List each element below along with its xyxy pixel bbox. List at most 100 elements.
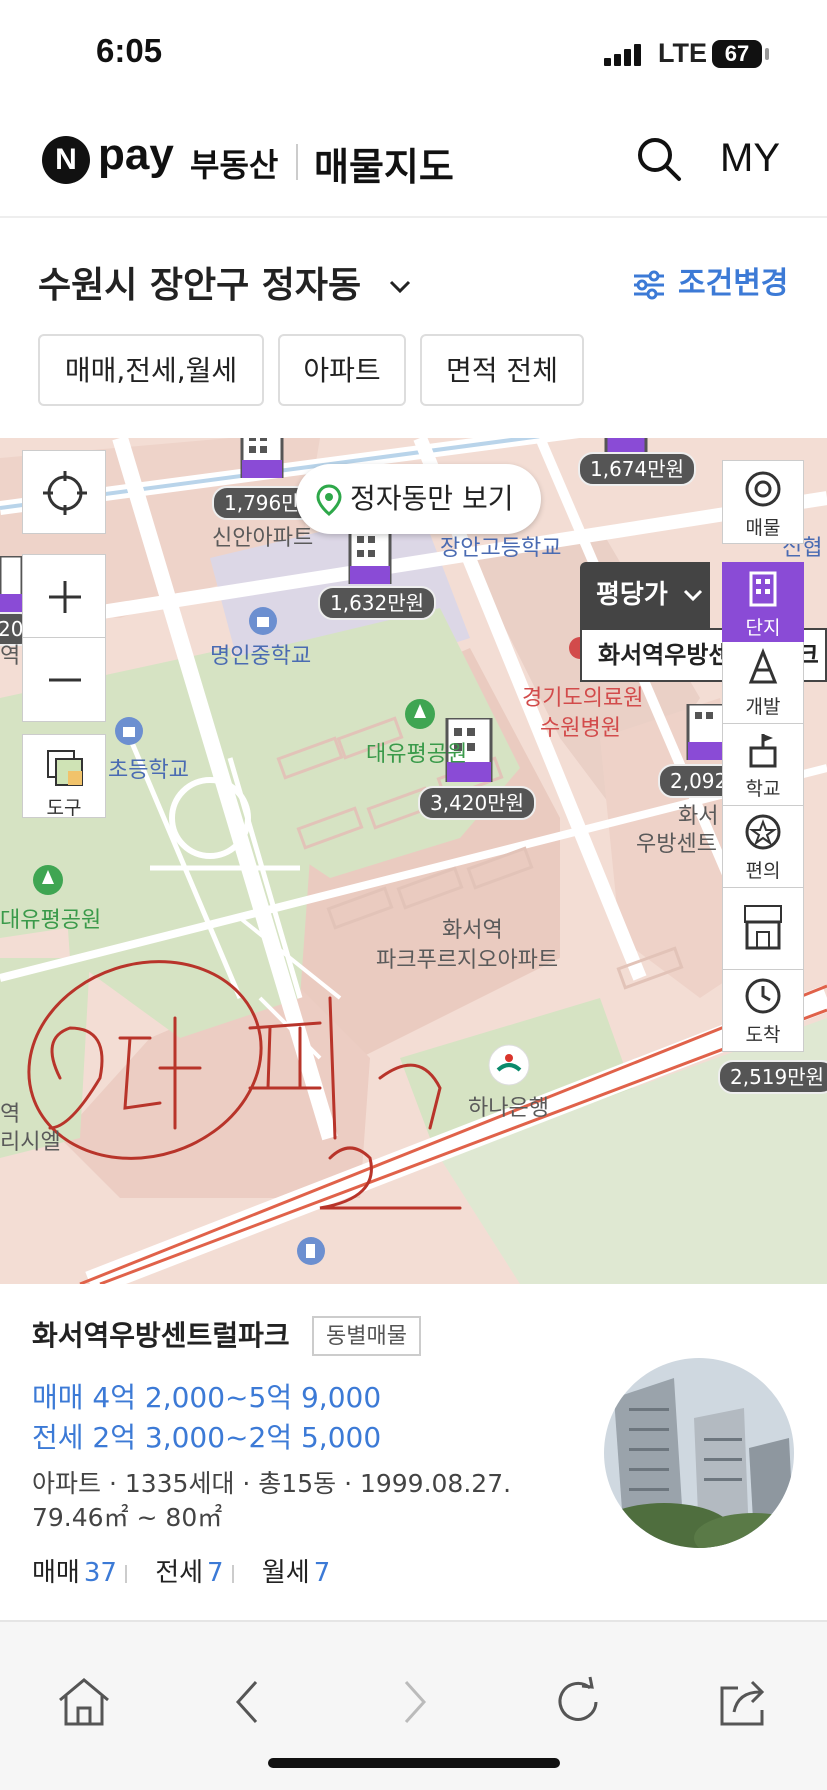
listings-layer-button[interactable]: 매물 (722, 460, 804, 544)
plus-icon (49, 581, 81, 613)
view-only-label: 정자동만 보기 (350, 482, 514, 515)
jeonse-count-label: 전세 (155, 1558, 204, 1588)
price-per-pyeong-dropdown[interactable]: 평당가 (580, 562, 710, 628)
jeonse-count: 7 (207, 1558, 224, 1588)
current-location-button[interactable] (22, 450, 106, 534)
view-only-dong-button[interactable]: 정자동만 보기 (296, 464, 542, 534)
map-label: 수원병원 (540, 716, 621, 741)
network-label: LTE (658, 38, 707, 68)
zoom-out-button[interactable] (22, 638, 106, 722)
status-bar: 6:05 LTE 67 (0, 0, 827, 110)
map-label: 명인중학교 (210, 644, 312, 669)
school-icon (249, 607, 277, 635)
park-icon (405, 699, 435, 729)
arrival-time-button[interactable]: 도착 (722, 970, 804, 1052)
bank-icon (488, 1044, 530, 1086)
page-title: 매물지도 (314, 145, 454, 189)
map-label: 파크푸르지오아파트 (376, 948, 559, 973)
cone-icon (748, 647, 778, 684)
map-label: 신안아파트 (212, 526, 314, 551)
status-time: 6:05 (96, 32, 163, 69)
monthly-count: 7 (313, 1558, 331, 1588)
forward-button[interactable] (384, 1672, 444, 1732)
building-marker[interactable] (686, 704, 726, 760)
condition-change-label: 조건변경 (678, 266, 789, 301)
share-button[interactable] (714, 1672, 774, 1732)
by-building-listings-tag[interactable]: 동별매물 (312, 1316, 421, 1356)
gas-station-icon (297, 1237, 325, 1265)
filter-sliders-icon (634, 270, 664, 299)
share-icon (720, 1680, 765, 1726)
minus-icon (49, 678, 81, 682)
broker-layer-button[interactable] (722, 888, 804, 970)
app-header: N pay 부동산 매물지도 MY (0, 110, 827, 218)
battery-icon: 67 (712, 40, 762, 68)
home-icon (59, 1678, 109, 1726)
sale-count: 37 (83, 1558, 117, 1588)
back-button[interactable] (218, 1672, 278, 1732)
map-label: 화서역 (442, 918, 503, 943)
map-label: 역 (0, 644, 21, 669)
my-button[interactable]: MY (720, 136, 780, 181)
map-label: 장안고등학교 (440, 536, 562, 561)
sale-count-label: 매매 (32, 1558, 80, 1588)
convenience-layer-button[interactable]: 편의 (722, 806, 804, 888)
map-label: 경기도의료원 (522, 686, 644, 711)
sale-price-range: 매매 4억 2,000~5억 9,000 (32, 1381, 382, 1414)
home-button[interactable] (54, 1672, 114, 1732)
building-marker[interactable] (238, 438, 292, 478)
complex-name: 화서역우방센트럴파크 (32, 1319, 290, 1352)
target-icon (745, 471, 781, 507)
complex-photo[interactable] (604, 1358, 794, 1548)
listings-layer-label: 매물 (745, 517, 781, 539)
service-name: 부동산 (190, 146, 279, 184)
map-label: 리시엘 (0, 1130, 61, 1155)
naver-logo: N (42, 136, 90, 184)
map-label: 우방센트 (636, 832, 717, 857)
reload-button[interactable] (548, 1672, 608, 1732)
development-layer-button[interactable]: 개발 (722, 642, 804, 724)
price-marker[interactable]: 2,519만원 (718, 1060, 827, 1094)
chevron-down-icon (683, 589, 702, 601)
filter-chip-area[interactable]: 면적 전체 (420, 334, 584, 406)
tools-label: 도구 (46, 797, 82, 819)
map-view[interactable]: 1,796만원 1,674만원 1,632만원 2,092 3,420만원 2,… (0, 438, 827, 1284)
zoom-in-button[interactable] (22, 554, 106, 638)
filter-chip-trade-type[interactable]: 매매,전세,월세 (38, 334, 264, 406)
park-icon (33, 865, 63, 895)
condition-change-button[interactable]: 조건변경 (632, 258, 788, 302)
map-label: 하나은행 (468, 1096, 549, 1121)
location-selector[interactable]: 수원시 장안구 정자동 (38, 256, 412, 308)
header-divider (296, 144, 298, 180)
price-marker[interactable]: 1,632만원 (318, 586, 437, 620)
jeonse-price-range: 전세 2억 3,000~2억 5,000 (32, 1421, 382, 1454)
home-indicator (268, 1758, 560, 1768)
complex-summary-card[interactable]: 화서역우방센트럴파크 동별매물 매매 4억 2,000~5억 9,000 전세 … (0, 1284, 827, 1620)
map-label: 대유평공원 (0, 908, 102, 933)
school-icon (115, 717, 143, 745)
layers-icon (47, 750, 83, 786)
building-marker[interactable] (346, 528, 400, 584)
signal-icon (604, 44, 644, 66)
monthly-count-label: 월세 (261, 1558, 310, 1588)
tools-button[interactable]: 도구 (22, 734, 106, 819)
complex-layer-label: 단지 (745, 617, 781, 639)
reload-icon (558, 1676, 598, 1721)
star-icon (745, 814, 781, 850)
complex-info: 아파트 · 1335세대 · 총15동 · 1999.08.27. (32, 1469, 512, 1498)
chevron-down-icon (389, 280, 410, 294)
complex-layer-button[interactable]: 단지 (722, 562, 804, 642)
location-label: 수원시 장안구 정자동 (38, 265, 362, 306)
back-icon (235, 1680, 258, 1724)
search-button[interactable] (634, 134, 684, 184)
filter-chip-property-type[interactable]: 아파트 (278, 334, 406, 406)
complex-area: 79.46㎡ ~ 80㎡ (32, 1503, 223, 1532)
convenience-layer-label: 편의 (745, 860, 781, 882)
crosshair-icon (43, 471, 87, 515)
arrival-time-label: 도착 (745, 1024, 781, 1046)
price-marker[interactable]: 3,420만원 (418, 786, 537, 820)
price-marker[interactable]: 1,674만원 (578, 452, 697, 486)
location-pin-icon (316, 484, 342, 516)
pay-logo: pay (98, 130, 174, 179)
school-layer-button[interactable]: 학교 (722, 724, 804, 806)
